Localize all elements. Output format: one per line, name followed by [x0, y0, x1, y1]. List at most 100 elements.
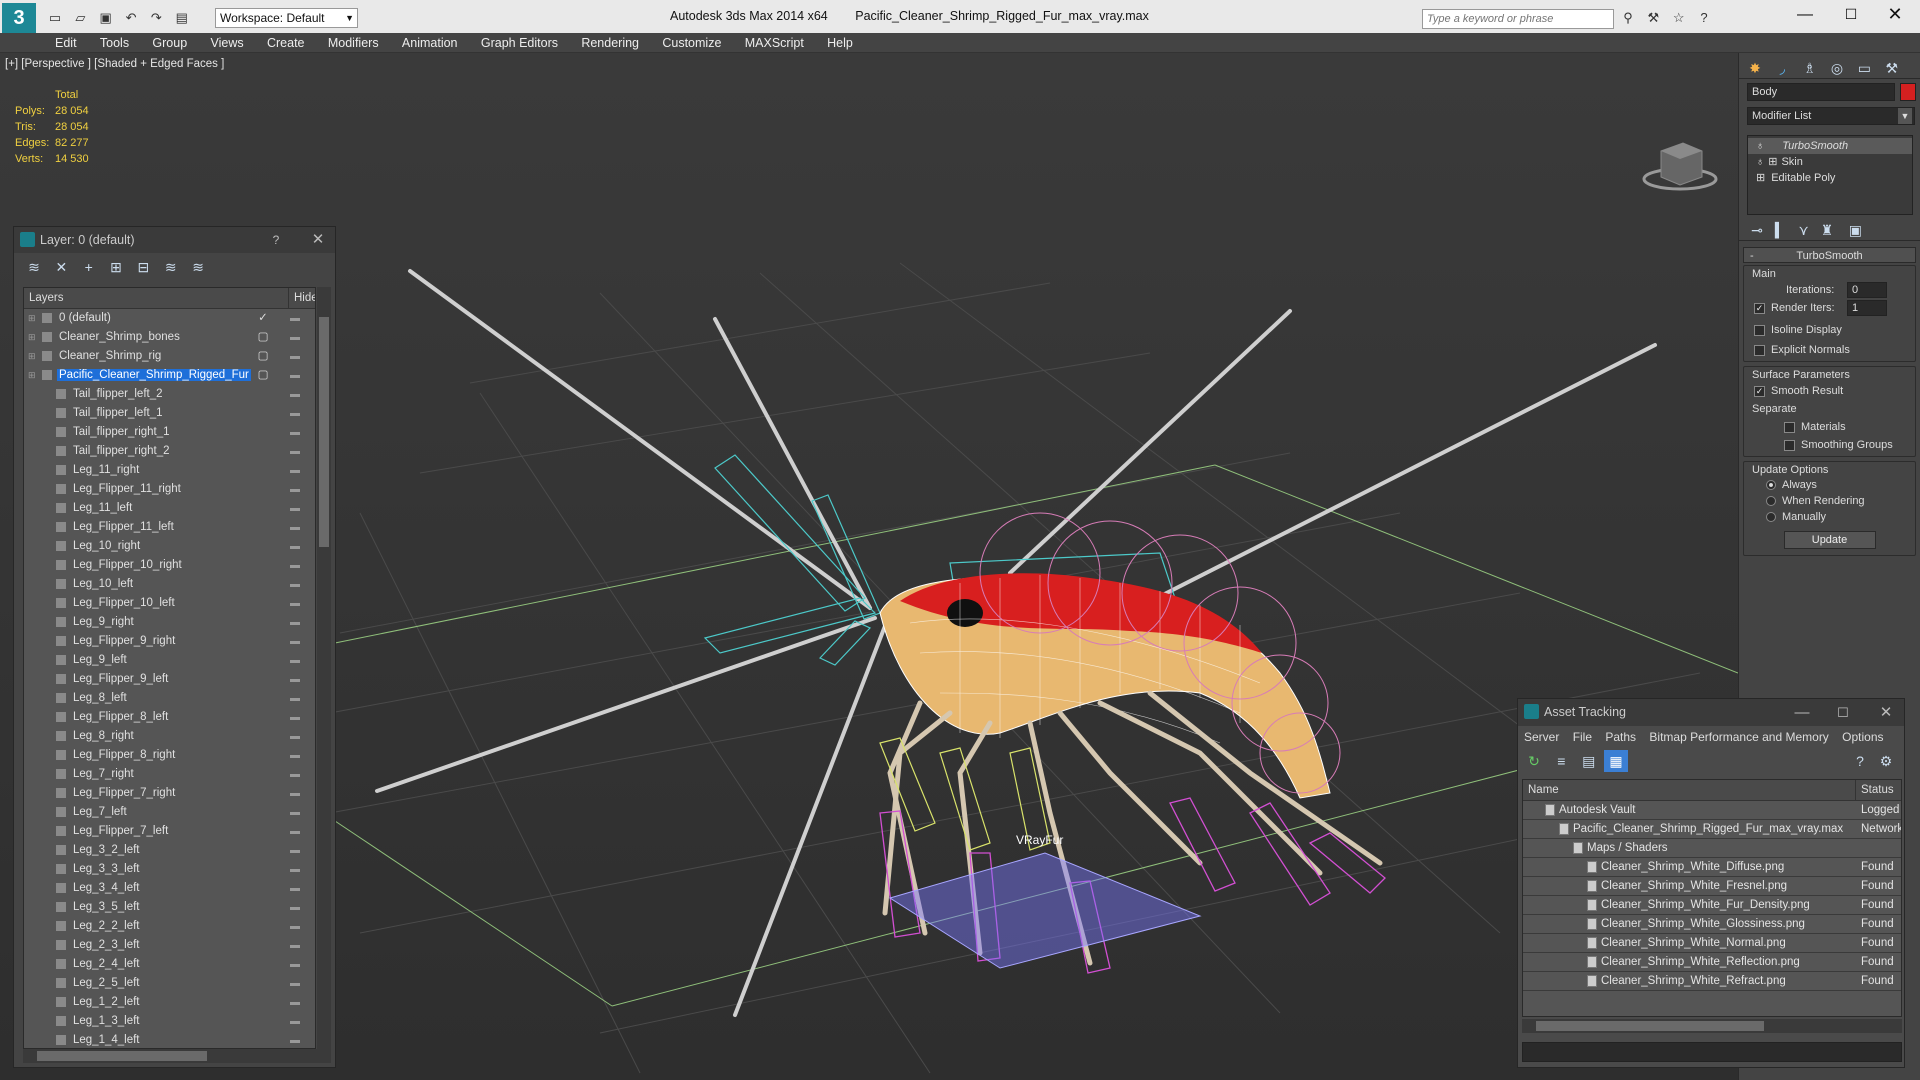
render-iters-spinner[interactable]: 1	[1847, 300, 1887, 316]
menu-group[interactable]: Group	[142, 33, 197, 53]
layer-row[interactable]: Leg_Flipper_7_left ▬	[24, 822, 315, 841]
freeze-dots-icon[interactable]: ▬	[290, 651, 300, 670]
layer-row[interactable]: Leg_2_5_left ▬	[24, 974, 315, 993]
freeze-dots-icon[interactable]: ▬	[290, 480, 300, 499]
layer-row[interactable]: Tail_flipper_right_2 ▬	[24, 442, 315, 461]
col-name[interactable]: Name	[1523, 784, 1559, 796]
bulb-icon[interactable]: ♁	[1756, 140, 1764, 152]
close-icon[interactable]: ✕	[1872, 699, 1900, 726]
list-view-icon[interactable]: ≡	[1549, 750, 1573, 772]
layer-row[interactable]: Leg_Flipper_11_left ▬	[24, 518, 315, 537]
app-logo-icon[interactable]: 3	[2, 3, 36, 33]
freeze-dots-icon[interactable]: ▬	[290, 575, 300, 594]
hscroll-thumb[interactable]	[37, 1051, 207, 1061]
show-end-result-icon[interactable]: ▍	[1770, 219, 1790, 241]
freeze-dots-icon[interactable]: ▬	[290, 803, 300, 822]
save-icon[interactable]: ▣	[98, 10, 114, 26]
layer-row[interactable]: Leg_Flipper_8_left ▬	[24, 708, 315, 727]
close-icon[interactable]: ✕	[304, 227, 332, 253]
expand-icon[interactable]: ⊞	[1768, 156, 1777, 168]
expand-icon[interactable]: ⊞	[28, 328, 36, 347]
col-status[interactable]: Status	[1855, 780, 1901, 801]
freeze-dots-icon[interactable]: ▬	[290, 898, 300, 917]
asset-row[interactable]: Cleaner_Shrimp_White_Fur_Density.png Foun…	[1523, 896, 1901, 915]
scroll-thumb[interactable]	[319, 317, 329, 547]
freeze-dots-icon[interactable]: ▬	[290, 784, 300, 803]
layer-row[interactable]: Leg_3_5_left ▬	[24, 898, 315, 917]
freeze-dots-icon[interactable]: ▬	[290, 404, 300, 423]
layer-row[interactable]: ⊞ Pacific_Cleaner_Shrimp_Rigged_Fur ▢ ▬	[24, 366, 315, 385]
freeze-dots-icon[interactable]: ▬	[290, 347, 300, 366]
freeze-dots-icon[interactable]: ▬	[290, 556, 300, 575]
stack-item-turbosmooth[interactable]: ♁ TurboSmooth	[1748, 138, 1912, 154]
hide-all-icon[interactable]: ≋	[159, 256, 183, 278]
freeze-dots-icon[interactable]: ▬	[290, 879, 300, 898]
asset-row[interactable]: Pacific_Cleaner_Shrimp_Rigged_Fur_max_vr…	[1523, 820, 1901, 839]
configure-sets-icon[interactable]: ▣	[1840, 219, 1870, 241]
smooth-result-checkbox[interactable]: ✓	[1754, 385, 1765, 397]
search-input[interactable]	[1423, 10, 1603, 28]
layer-row[interactable]: Leg_Flipper_8_right ▬	[24, 746, 315, 765]
layer-row[interactable]: Leg_8_left ▬	[24, 689, 315, 708]
freeze-dots-icon[interactable]: ▬	[290, 765, 300, 784]
menu-modifiers[interactable]: Modifiers	[318, 33, 389, 53]
layer-row[interactable]: Leg_3_4_left ▬	[24, 879, 315, 898]
menu-maxscript[interactable]: MAXScript	[735, 33, 814, 53]
display-tab-icon[interactable]: ▭	[1852, 57, 1876, 79]
freeze-dots-icon[interactable]: ▬	[290, 461, 300, 480]
layer-row[interactable]: Leg_11_left ▬	[24, 499, 315, 518]
hide-toggle[interactable]: ▢	[256, 366, 270, 385]
asset-row[interactable]: Maps / Shaders	[1523, 839, 1901, 858]
layer-row[interactable]: Leg_Flipper_10_right ▬	[24, 556, 315, 575]
freeze-dots-icon[interactable]: ▬	[290, 328, 300, 347]
tools-icon[interactable]: ⚒	[1645, 10, 1661, 26]
layer-row[interactable]: Leg_2_4_left ▬	[24, 955, 315, 974]
workspace-dropdown[interactable]: Workspace: Default ▼	[215, 8, 358, 28]
freeze-dots-icon[interactable]: ▬	[290, 499, 300, 518]
layer-row[interactable]: Leg_7_left ▬	[24, 803, 315, 822]
expand-icon[interactable]: ⊞	[1756, 172, 1765, 184]
always-radio[interactable]	[1766, 480, 1776, 491]
layer-row[interactable]: Tail_flipper_right_1 ▬	[24, 423, 315, 442]
menu-create[interactable]: Create	[257, 33, 315, 53]
vault-help-icon[interactable]: ?	[1848, 750, 1872, 772]
layer-row[interactable]: Leg_1_3_left ▬	[24, 1012, 315, 1031]
freeze-dots-icon[interactable]: ▬	[290, 822, 300, 841]
freeze-dots-icon[interactable]: ▬	[290, 841, 300, 860]
asset-menu-bitmap[interactable]: Bitmap Performance and Memory	[1649, 730, 1828, 744]
asset-row[interactable]: Cleaner_Shrimp_White_Refract.png Found	[1523, 972, 1901, 991]
col-hide[interactable]: Hide	[288, 288, 315, 309]
freeze-dots-icon[interactable]: ▬	[290, 385, 300, 404]
freeze-dots-icon[interactable]: ▬	[290, 689, 300, 708]
smoothing-groups-checkbox[interactable]	[1784, 439, 1795, 451]
star-icon[interactable]: ☆	[1671, 10, 1687, 26]
layer-row[interactable]: ⊞ Cleaner_Shrimp_rig ▢ ▬	[24, 347, 315, 366]
maximize-button[interactable]: ☐	[1836, 6, 1866, 23]
freeze-dots-icon[interactable]: ▬	[290, 442, 300, 461]
layer-row[interactable]: Leg_Flipper_11_right ▬	[24, 480, 315, 499]
binoculars-icon[interactable]: ⚲	[1620, 10, 1636, 26]
freeze-dots-icon[interactable]: ▬	[290, 423, 300, 442]
layer-row[interactable]: Leg_2_2_left ▬	[24, 917, 315, 936]
freeze-dots-icon[interactable]: ▬	[290, 936, 300, 955]
stack-item-skin[interactable]: ♁ ⊞ Skin	[1748, 154, 1912, 170]
make-unique-icon[interactable]: ⋎	[1794, 219, 1814, 241]
layer-hscrollbar[interactable]	[23, 1049, 331, 1063]
render-iters-checkbox[interactable]: ✓	[1754, 302, 1765, 314]
menu-rendering[interactable]: Rendering	[571, 33, 649, 53]
asset-menu-options[interactable]: Options	[1842, 730, 1883, 744]
col-layers[interactable]: Layers	[24, 292, 64, 304]
freeze-dots-icon[interactable]: ▬	[290, 537, 300, 556]
bulb-icon[interactable]: ♁	[1756, 156, 1764, 168]
delete-layer-icon[interactable]: ✕	[49, 256, 73, 278]
menu-help[interactable]: Help	[817, 33, 863, 53]
project-folder-icon[interactable]: ▤	[174, 10, 190, 26]
isoline-checkbox[interactable]	[1754, 324, 1765, 336]
rollout-header[interactable]: - TurboSmooth	[1743, 247, 1916, 263]
help-icon[interactable]: ?	[1696, 10, 1712, 26]
add-to-layer-icon[interactable]: +	[77, 256, 101, 278]
freeze-dots-icon[interactable]: ▬	[290, 309, 300, 328]
update-button[interactable]: Update	[1783, 531, 1876, 549]
select-objects-icon[interactable]: ⊞	[104, 256, 128, 278]
close-button[interactable]: ✕	[1880, 4, 1910, 25]
